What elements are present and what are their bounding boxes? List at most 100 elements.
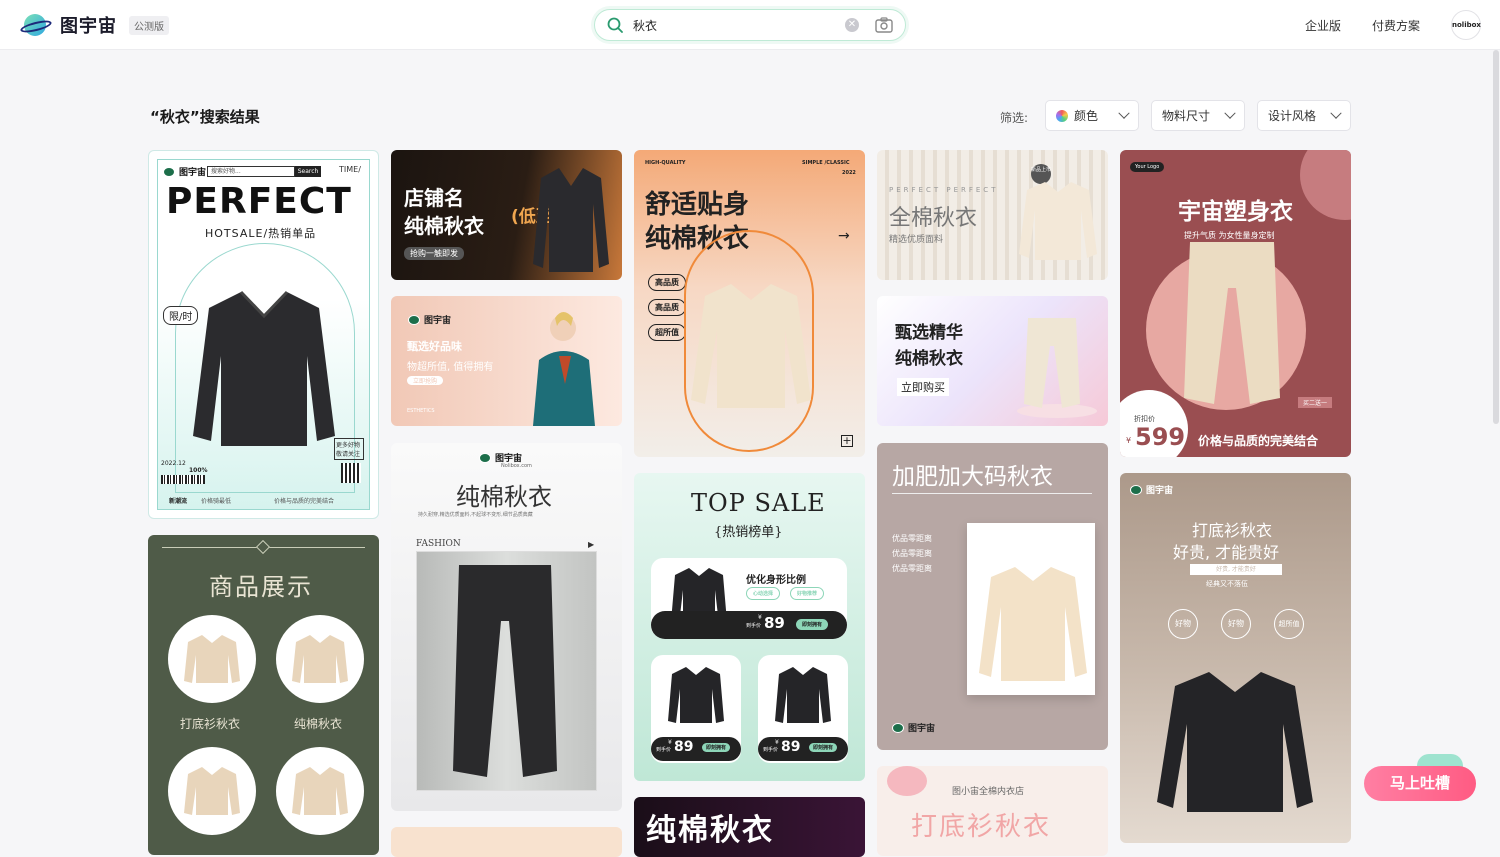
flower-decoration bbox=[887, 766, 927, 796]
filter-style-label: 设计风格 bbox=[1268, 109, 1317, 123]
filter-style[interactable]: 设计风格 bbox=[1257, 100, 1351, 131]
card-foot: ESTHETICS bbox=[407, 408, 435, 414]
template-card[interactable]: 图宇宙 搜索好物... Search TIME/ PERFECT HOTSALE… bbox=[148, 150, 379, 519]
template-card[interactable]: PERFECT PERFECT 全棉秋衣 精选优质面料 新品上市 bbox=[877, 150, 1108, 280]
template-card[interactable]: 图宇宙 Nolibox.com 纯棉秋衣 持久耐穿,精选优质面料,不起球不变形,… bbox=[391, 443, 622, 811]
card-title: 纯棉秋衣 bbox=[456, 483, 552, 511]
card-label: FASHION bbox=[416, 539, 461, 549]
feature-pill: 超所值 bbox=[648, 324, 686, 341]
buy-now-button: 立即购买 bbox=[897, 378, 949, 396]
promo-tag: 抢购一触即发 bbox=[404, 247, 464, 260]
sweater-image bbox=[193, 290, 335, 446]
avatar[interactable]: nolibox bbox=[1451, 10, 1481, 40]
sweater-image bbox=[979, 567, 1087, 681]
product-circle bbox=[276, 747, 364, 835]
filter-color[interactable]: 颜色 bbox=[1045, 100, 1139, 131]
model-image bbox=[533, 312, 595, 426]
divider bbox=[892, 493, 1092, 494]
buy-button: 即刻拥有 bbox=[796, 619, 829, 630]
card-title: 店铺名 bbox=[404, 186, 464, 210]
product-label: 打底衫秋衣 bbox=[180, 717, 241, 731]
card-line: 优品零距离 bbox=[892, 564, 932, 573]
pants-image bbox=[1024, 318, 1080, 408]
card-tag-left: HIGH-QUALITY bbox=[645, 160, 686, 166]
card-title: 好贵, 才能贵好 bbox=[1173, 543, 1280, 562]
nav-pricing[interactable]: 付费方案 bbox=[1372, 17, 1420, 34]
feedback-button[interactable]: 马上吐槽 bbox=[1364, 766, 1476, 801]
card-logo: 图宇宙 bbox=[892, 721, 935, 734]
template-card[interactable]: 商品展示 打底衫秋衣 纯棉秋衣 bbox=[148, 535, 379, 855]
scrollbar[interactable] bbox=[1493, 50, 1499, 424]
clear-search-icon[interactable]: ✕ bbox=[845, 18, 859, 32]
template-card[interactable]: 甄选精华 纯棉秋衣 立即购买 bbox=[877, 296, 1108, 426]
card-search-mock: 搜索好物... bbox=[207, 166, 295, 177]
sweater-image bbox=[184, 767, 240, 815]
plus-icon: + bbox=[841, 434, 853, 447]
search-input[interactable] bbox=[633, 16, 833, 34]
feature-pill: 高品质 bbox=[648, 274, 686, 291]
nav-enterprise[interactable]: 企业版 bbox=[1305, 17, 1341, 34]
chevron-down-icon bbox=[1224, 107, 1236, 119]
card-cta: 立即抢购 bbox=[407, 376, 444, 385]
filter-size-label: 物料尺寸 bbox=[1162, 109, 1211, 123]
item-tag: 心动选择 bbox=[746, 587, 781, 600]
top-bar: 图宇宙 公测版 ✕ 企业版 付费方案 nolibox bbox=[0, 0, 1500, 50]
arrow-right-icon: → bbox=[838, 228, 850, 244]
sweater-image bbox=[1019, 182, 1097, 260]
card-title: 打底衫秋衣 bbox=[911, 812, 1052, 842]
chevron-down-icon bbox=[1330, 107, 1342, 119]
card-sub: {热销榜单} bbox=[714, 525, 783, 540]
card-foot-left: 新潮流 bbox=[169, 498, 188, 505]
price-currency: ¥ bbox=[1126, 436, 1132, 445]
shop-name: 图小宙全棉内衣店 bbox=[952, 787, 1025, 797]
template-card[interactable]: 图宇宙 甄选好品味 物超所值, 值得拥有 立即抢购 ESTHETICS bbox=[391, 296, 622, 426]
card-title: 全棉秋衣 bbox=[889, 206, 978, 231]
card-title: 打底衫秋衣 bbox=[1192, 521, 1273, 540]
template-card[interactable]: 纯棉秋衣 bbox=[634, 797, 865, 857]
product-circle bbox=[168, 747, 256, 835]
price-currency: ¥ bbox=[758, 614, 762, 621]
filter-color-label: 颜色 bbox=[1074, 109, 1099, 123]
sweater-image bbox=[668, 667, 724, 723]
logo[interactable]: 图宇宙 公测版 bbox=[19, 12, 169, 38]
card-sub: 持久耐穿,精选优质面料,不起球不变形,细节品质典藏 bbox=[418, 512, 533, 518]
card-logo-sub: Nolibox.com bbox=[501, 463, 532, 469]
card-title: 商品展示 bbox=[209, 573, 313, 601]
card-title: 纯棉秋衣 bbox=[646, 813, 774, 848]
feature-circle: 超所值 bbox=[1274, 609, 1304, 639]
template-card[interactable]: 店铺名 纯棉秋衣 (低至5折! 抢购一触即发 bbox=[391, 150, 622, 280]
card-logo: 图宇宙 bbox=[408, 313, 451, 326]
template-card[interactable]: 加肥加大码秋衣 优品零距离 优品零距离 优品零距离 图宇宙 bbox=[877, 443, 1108, 750]
pants-image bbox=[1184, 242, 1280, 404]
search-bar[interactable]: ✕ bbox=[594, 9, 906, 41]
card-date: 2022.12 bbox=[161, 460, 186, 467]
buy-button: 即刻拥有 bbox=[702, 743, 731, 752]
filter-size[interactable]: 物料尺寸 bbox=[1151, 100, 1245, 131]
card-time: TIME/ bbox=[339, 165, 361, 174]
feature-pill: 高品质 bbox=[648, 299, 686, 316]
template-card[interactable]: 图小宙全棉内衣店 打底衫秋衣 bbox=[877, 766, 1108, 856]
play-icon: ▶ bbox=[588, 540, 595, 549]
template-card[interactable]: HIGH-QUALITY SIMPLE /CLASSIC 2022 舒适贴身 纯… bbox=[634, 150, 865, 457]
template-card[interactable]: 图宇宙 打底衫秋衣 好贵, 才能贵好 好贵, 才能贵好 经典又不落伍 好物 好物… bbox=[1120, 473, 1351, 843]
template-card[interactable]: Your Logo 宇宙塑身衣 提升气质 为女性量身定制 买二送一 折扣价 ¥ … bbox=[1120, 150, 1351, 457]
template-card[interactable] bbox=[391, 827, 622, 857]
price-currency: ¥ bbox=[775, 739, 779, 746]
logo-text: 图宇宙 bbox=[60, 16, 117, 37]
card-title: TOP SALE bbox=[691, 489, 826, 517]
card-year: 2022 bbox=[842, 170, 856, 176]
card-line: 优品零距离 bbox=[892, 534, 932, 543]
price-value: 599 bbox=[1135, 423, 1186, 451]
filter-label: 筛选: bbox=[1000, 111, 1029, 125]
card-title: 甄选精华 bbox=[895, 323, 963, 343]
template-card[interactable]: TOP SALE {热销榜单} 优化身形比例 心动选择 好物推荐 到手价 ¥ 8… bbox=[634, 473, 865, 781]
decor-circle bbox=[1300, 150, 1351, 220]
promo-badge: 买二送一 bbox=[1298, 397, 1333, 408]
card-search-btn: Search bbox=[295, 166, 321, 177]
product-circle bbox=[168, 615, 256, 703]
camera-icon[interactable] bbox=[875, 17, 893, 33]
sweater-image bbox=[533, 168, 609, 272]
barcode-icon bbox=[161, 475, 205, 484]
sweater-image bbox=[691, 284, 811, 408]
card-side-text: 更多好物 敬请关注 bbox=[334, 438, 364, 460]
